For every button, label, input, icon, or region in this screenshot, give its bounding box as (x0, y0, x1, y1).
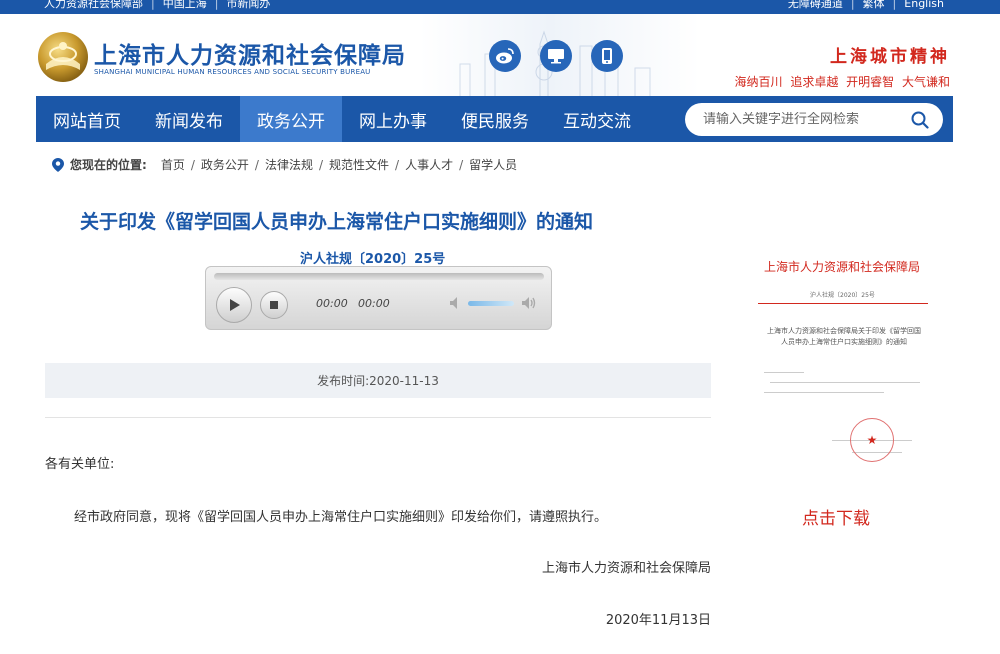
divider: | (214, 0, 219, 10)
nav-online-services[interactable]: 网上办事 (342, 96, 444, 142)
mute-icon[interactable] (448, 295, 464, 311)
top-links-right: 无障碍通道 | 繁体 | English (788, 0, 944, 11)
top-bar: 人力资源社会保障部 | 中国上海 | 市新闻办 无障碍通道 | 繁体 | English (0, 0, 1000, 14)
city-spirit-title: 上海城市精神 (830, 47, 950, 67)
preview-docno: 沪人社规〔2020〕25号 (810, 292, 875, 299)
breadcrumb-laws[interactable]: 法律法规 (265, 156, 313, 173)
divider: | (892, 0, 897, 10)
breadcrumb-label: 您现在的位置: (70, 158, 147, 172)
breadcrumb-separator: / (459, 157, 464, 172)
search-input[interactable] (703, 112, 911, 127)
publish-label: 发布时间: (317, 374, 370, 388)
top-link-mohrss[interactable]: 人力资源社会保障部 (44, 0, 143, 10)
top-link-news-office[interactable]: 市新闻办 (226, 0, 270, 10)
audio-player: 00:00 00:00 (205, 266, 552, 330)
mobile-icon[interactable] (591, 40, 623, 72)
breadcrumb-government-affairs[interactable]: 政务公开 (201, 156, 249, 173)
top-link-accessibility[interactable]: 无障碍通道 (788, 0, 843, 10)
nav-government-affairs[interactable]: 政务公开 (240, 96, 342, 142)
preview-red-line (758, 303, 928, 304)
main-nav: 网站首页 新闻发布 政务公开 网上办事 便民服务 互动交流 (36, 96, 953, 142)
official-seal-icon: ★ (850, 418, 894, 462)
article-title: 关于印发《留学回国人员申办上海常住户口实施细则》的通知 (80, 211, 594, 233)
article-paragraph: 经市政府同意，现将《留学回国人员申办上海常住户口实施细则》印发给你们，请遵照执行… (74, 510, 608, 525)
top-links-left: 人力资源社会保障部 | 中国上海 | 市新闻办 (44, 0, 270, 11)
breadcrumb-returnees[interactable]: 留学人员 (469, 156, 517, 173)
document-preview-panel: 上海市人力资源和社会保障局 沪人社规〔2020〕25号 上海市人力资源和社会保障… (752, 248, 934, 488)
search-icon[interactable] (911, 111, 929, 129)
stop-button[interactable] (260, 291, 288, 319)
top-link-china-shanghai[interactable]: 中国上海 (163, 0, 207, 10)
breadcrumb-separator: / (254, 157, 259, 172)
city-spirit: 上海城市精神 海纳百川 追求卓越 开明睿智 大气谦和 (735, 42, 950, 90)
divider (45, 417, 711, 418)
breadcrumb-home[interactable]: 首页 (161, 156, 185, 173)
publish-info: 发布时间: 2020-11-13 (45, 363, 711, 398)
divider: | (151, 0, 155, 10)
bureau-logo-icon[interactable] (36, 30, 90, 84)
nav-convenience-services[interactable]: 便民服务 (444, 96, 546, 142)
salutation: 各有关单位: (45, 457, 115, 472)
top-link-traditional[interactable]: 繁体 (863, 0, 885, 10)
preview-header: 上海市人力资源和社会保障局 (764, 260, 921, 274)
preview-text-line (764, 392, 884, 393)
site-header: 上海市人力资源和社会保障局 SHANGHAI MUNICIPAL HUMAN R… (0, 14, 1000, 96)
signature: 上海市人力资源和社会保障局 (541, 561, 711, 576)
desktop-icon[interactable] (540, 40, 572, 72)
search-box (685, 103, 943, 136)
volume-slider[interactable] (468, 301, 514, 306)
breadcrumb: 您现在的位置: 首页 / 政务公开 / 法律法规 / 规范性文件 / 人事人才 / 留学人… (52, 156, 521, 173)
breadcrumb-normative-docs[interactable]: 规范性文件 (329, 156, 389, 173)
nav-interaction[interactable]: 互动交流 (546, 96, 648, 142)
preview-text-line (764, 372, 804, 373)
site-title[interactable]: 上海市人力资源和社会保障局 (94, 36, 406, 70)
document-preview-image[interactable]: 上海市人力资源和社会保障局 沪人社规〔2020〕25号 上海市人力资源和社会保障… (752, 248, 934, 488)
city-spirit-text: 海纳百川 追求卓越 开明睿智 大气谦和 (734, 75, 950, 89)
sign-date: 2020年11月13日 (605, 613, 711, 628)
current-time: 00:00 (316, 297, 348, 310)
location-pin-icon (52, 157, 64, 172)
preview-text-line (770, 382, 920, 383)
publish-date: 2020-11-13 (369, 373, 439, 388)
top-link-english[interactable]: English (904, 0, 944, 10)
breadcrumb-separator: / (318, 157, 323, 172)
site-subtitle: SHANGHAI MUNICIPAL HUMAN RESOURCES AND S… (94, 68, 371, 76)
social-links (489, 40, 623, 72)
preview-caption: 上海市人力资源和社会保障局关于印发《留学回国人员申办上海常住户口实施细则》的通知 (767, 327, 921, 346)
document-number: 沪人社规〔2020〕25号 (300, 252, 446, 267)
breadcrumb-talent[interactable]: 人事人才 (405, 156, 453, 173)
nav-home[interactable]: 网站首页 (36, 96, 138, 142)
weibo-icon[interactable] (489, 40, 521, 72)
breadcrumb-separator: / (395, 157, 400, 172)
nav-news[interactable]: 新闻发布 (138, 96, 240, 142)
audio-progress-bar[interactable] (214, 273, 544, 280)
breadcrumb-separator: / (190, 157, 195, 172)
play-icon (230, 299, 240, 311)
divider: | (850, 0, 855, 10)
play-button[interactable] (216, 287, 252, 323)
stop-icon (270, 301, 278, 309)
duration: 00:00 (358, 297, 390, 310)
volume-max-icon[interactable] (520, 295, 538, 311)
download-link[interactable]: 点击下载 (802, 504, 870, 529)
